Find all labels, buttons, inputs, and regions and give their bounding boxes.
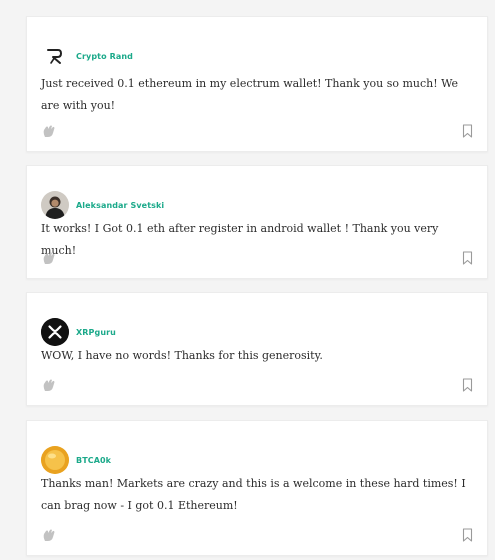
post-text: WOW, I have no words! Thanks for this ge… xyxy=(41,349,323,362)
clap-icon[interactable] xyxy=(41,123,57,139)
bookmark-icon[interactable] xyxy=(462,528,473,542)
post-card: XRPguru WOW, I have no words! Thanks for… xyxy=(26,292,488,406)
author-name[interactable]: Aleksandar Svetski xyxy=(76,201,164,210)
post-text: Thanks man! Markets are crazy and this i… xyxy=(41,477,466,512)
profile-photo-icon[interactable] xyxy=(41,191,69,219)
post-card: BTCA0k Thanks man! Markets are crazy and… xyxy=(26,420,488,556)
bookmark-icon[interactable] xyxy=(462,251,473,265)
author-name[interactable]: BTCA0k xyxy=(76,456,111,465)
gold-coin-icon[interactable] xyxy=(41,446,69,474)
clap-icon[interactable] xyxy=(41,527,57,543)
bookmark-icon[interactable] xyxy=(462,378,473,392)
clap-icon[interactable] xyxy=(41,377,57,393)
author-name[interactable]: XRPguru xyxy=(76,328,116,337)
post-card: Aleksandar Svetski It works! I Got 0.1 e… xyxy=(26,165,488,279)
clap-icon[interactable] xyxy=(41,250,57,266)
author-name[interactable]: Crypto Rand xyxy=(76,52,133,61)
xrp-logo-icon[interactable] xyxy=(41,318,69,346)
post-card: Crypto Rand Just received 0.1 ethereum i… xyxy=(26,16,488,152)
bookmark-icon[interactable] xyxy=(462,124,473,138)
crypto-rand-logo-icon[interactable] xyxy=(41,42,69,70)
posts-feed: Crypto Rand Just received 0.1 ethereum i… xyxy=(26,0,488,560)
post-text: Just received 0.1 ethereum in my electru… xyxy=(41,77,459,112)
